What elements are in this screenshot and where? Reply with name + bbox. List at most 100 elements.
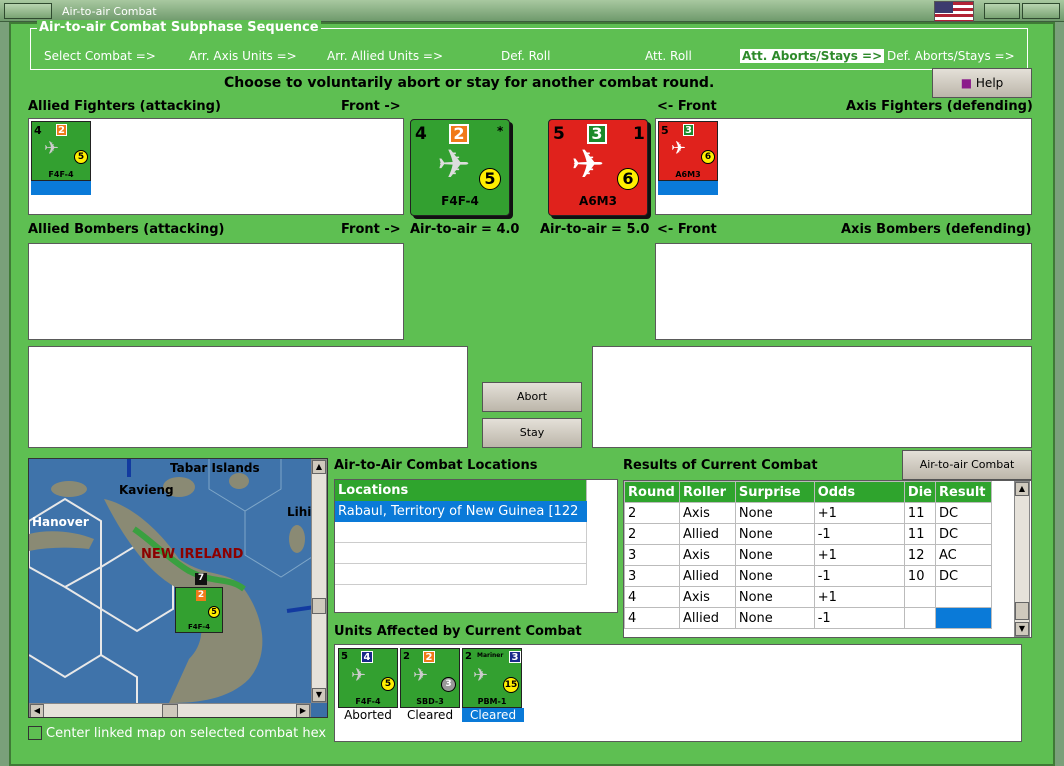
allied-a2a-label: Air-to-air = 4.0 [410, 222, 520, 237]
big-counter-left: 4 [415, 124, 427, 144]
scroll-left-icon[interactable]: ◀ [30, 704, 44, 717]
unit-ring: 15 [503, 677, 519, 693]
phase-def-aborts: Def. Aborts/Stays => [887, 49, 1015, 63]
map-counter-badge: 2 [196, 590, 206, 601]
col-odds: Odds [813, 481, 905, 503]
close-button[interactable] [1022, 3, 1060, 19]
big-axis-left: 5 [553, 124, 565, 144]
map-counter-ring: 5 [208, 606, 220, 618]
unit-left-value: 2 [403, 651, 410, 662]
plane-icon: ✈ [413, 665, 429, 686]
locations-title: Air-to-Air Combat Locations [334, 458, 538, 473]
big-counter-name: F4F-4 [441, 194, 479, 208]
results-scroll-thumb[interactable] [1015, 602, 1029, 620]
table-row[interactable]: 3 Axis None +1 12 AC [624, 544, 992, 566]
col-roller: Roller [678, 481, 736, 503]
unit-badge: 3 [509, 651, 521, 663]
abort-button[interactable]: Abort [482, 382, 582, 412]
location-row-empty [335, 522, 587, 543]
map-unit-counter[interactable]: 2 5 F4F-4 [175, 587, 223, 633]
map-stack-count: 7 [195, 573, 207, 585]
map-label-new-ireland: NEW IRELAND [141, 547, 244, 562]
locations-header: Locations [335, 480, 587, 501]
front-left-bombers: <- Front [657, 222, 717, 237]
allied-fighter-counter[interactable]: 4 2 ✈ 5 F4F-4 [31, 121, 91, 181]
results-scroll-up-icon[interactable]: ▲ [1015, 482, 1029, 496]
big-axis-plane-icon: ✈ [571, 142, 605, 188]
table-row[interactable]: 3 Allied None -1 10 DC [624, 565, 992, 587]
title-bar: Air-to-air Combat [0, 0, 1064, 22]
counter-badge: 2 [56, 124, 67, 136]
axis-counter-ring: 6 [701, 150, 715, 164]
table-row[interactable]: 2 Axis None +1 11 DC [624, 502, 992, 524]
axis-counter-badge: 3 [683, 124, 694, 136]
results-vscrollbar[interactable]: ▲ ▼ [1014, 481, 1030, 637]
stay-button[interactable]: Stay [482, 418, 582, 448]
results-title: Results of Current Combat [623, 458, 818, 473]
axis-fighters-list[interactable]: 5 3 ✈ 6 A6M3 [655, 118, 1032, 215]
map-hscrollbar[interactable]: ◀ ▶ [29, 703, 311, 717]
unit-left-value: 5 [341, 651, 348, 662]
help-button[interactable]: ■ Help [932, 68, 1032, 98]
big-counter-badge: 2 [449, 124, 469, 144]
locations-table[interactable]: Locations Rabaul, Territory of New Guine… [334, 479, 618, 613]
center-map-label: Center linked map on selected combat hex [46, 726, 327, 741]
allied-main-counter: 4 2 * ✈ 5 F4F-4 [410, 119, 510, 216]
help-label: Help [975, 76, 1004, 90]
minimize-button[interactable] [984, 3, 1020, 19]
big-axis-right: 1 [633, 124, 645, 144]
map-label-lihi: Lihi [287, 505, 312, 519]
scroll-up-icon[interactable]: ▲ [312, 460, 326, 474]
location-row-empty [335, 564, 587, 585]
map-vscrollbar[interactable]: ▲ ▼ [311, 459, 327, 703]
vscroll-thumb[interactable] [312, 598, 326, 614]
affected-unit-sbd[interactable]: 2 2 ✈ 3 SBD-3 [400, 648, 460, 708]
map-counter-name: F4F-4 [188, 623, 210, 631]
unit-name: SBD-3 [416, 697, 444, 706]
unit-ring: 3 [441, 677, 456, 692]
affected-unit-f4f[interactable]: 5 4 ✈ 5 F4F-4 [338, 648, 398, 708]
phase-arr-allied: Arr. Allied Units => [327, 49, 444, 63]
affected-unit-pbm[interactable]: 2 Mariner 3 ✈ 15 PBM-1 [462, 648, 522, 708]
axis-main-counter: 5 3 1 ✈ 6 A6M3 [548, 119, 648, 216]
big-axis-name: A6M3 [579, 194, 617, 208]
results-table[interactable]: Round Roller Surprise Odds Die Result 2A… [623, 480, 1032, 638]
table-row[interactable]: 4 Allied None -1 [624, 607, 992, 629]
hscroll-thumb[interactable] [162, 704, 178, 717]
axis-bombers-list[interactable] [655, 243, 1032, 340]
counter-name: F4F-4 [48, 170, 74, 179]
selection-bar [31, 181, 91, 195]
col-result: Result [935, 481, 992, 503]
big-plane-icon: ✈ [437, 142, 471, 188]
instruction-text: Choose to voluntarily abort or stay for … [224, 75, 715, 91]
table-row[interactable]: 2 Allied None -1 11 DC [624, 523, 992, 545]
axis-fighter-counter[interactable]: 5 3 ✈ 6 A6M3 [658, 121, 718, 181]
plane-icon: ✈ [351, 665, 367, 686]
axis-selection-bar [658, 181, 718, 195]
col-die: Die [903, 481, 937, 503]
unit-left-value: 2 [465, 651, 472, 662]
plane-icon: ✈ [44, 138, 60, 159]
results-scroll-down-icon[interactable]: ▼ [1015, 622, 1029, 636]
allied-fighters-list[interactable]: 4 2 ✈ 5 F4F-4 [28, 118, 404, 215]
scroll-down-icon[interactable]: ▼ [312, 688, 326, 702]
unit-status-cleared: Cleared [406, 708, 454, 722]
allied-fighters-label: Allied Fighters (attacking) [28, 99, 221, 114]
window-title: Air-to-air Combat [62, 5, 157, 18]
big-counter-star: * [497, 124, 504, 138]
allied-bombers-list[interactable] [28, 243, 404, 340]
col-round: Round [624, 481, 680, 503]
phase-def-roll: Def. Roll [501, 49, 551, 63]
linked-map[interactable]: Tabar Islands Kavieng Hanover Lihi NEW I… [28, 458, 328, 718]
phase-legend: Air-to-air Combat Subphase Sequence [37, 20, 321, 35]
system-menu-button[interactable] [4, 3, 52, 19]
scroll-right-icon[interactable]: ▶ [296, 704, 310, 717]
center-map-checkbox[interactable] [28, 726, 42, 740]
phase-sequence: Air-to-air Combat Subphase Sequence Sele… [30, 20, 1028, 70]
location-row[interactable]: Rabaul, Territory of New Guinea [122 [335, 501, 587, 522]
air-to-air-chart-button[interactable]: Air-to-air Combat Chart [902, 450, 1032, 499]
front-right-bombers: Front -> [341, 222, 401, 237]
phase-att-aborts: Att. Aborts/Stays => [740, 49, 885, 63]
table-row[interactable]: 4 Axis None +1 [624, 586, 992, 608]
axis-fighters-label: Axis Fighters (defending) [846, 99, 1033, 114]
